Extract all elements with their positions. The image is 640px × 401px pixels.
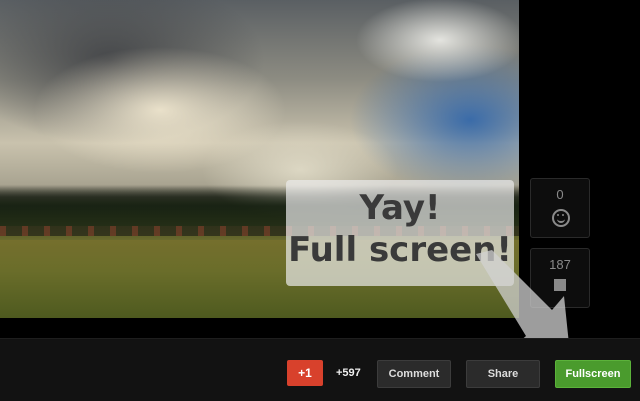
plus-one-count: +597	[336, 367, 361, 379]
fullscreen-button[interactable]: Fullscreen	[555, 360, 631, 388]
reaction-box[interactable]: 0	[530, 178, 590, 238]
smiley-icon	[552, 209, 570, 227]
share-button[interactable]: Share	[466, 360, 540, 388]
plus-one-button[interactable]: +1	[287, 360, 323, 386]
comment-button[interactable]: Comment	[377, 360, 451, 388]
tooltip-line-1: Yay!	[359, 188, 441, 228]
reaction-count: 0	[556, 187, 564, 202]
